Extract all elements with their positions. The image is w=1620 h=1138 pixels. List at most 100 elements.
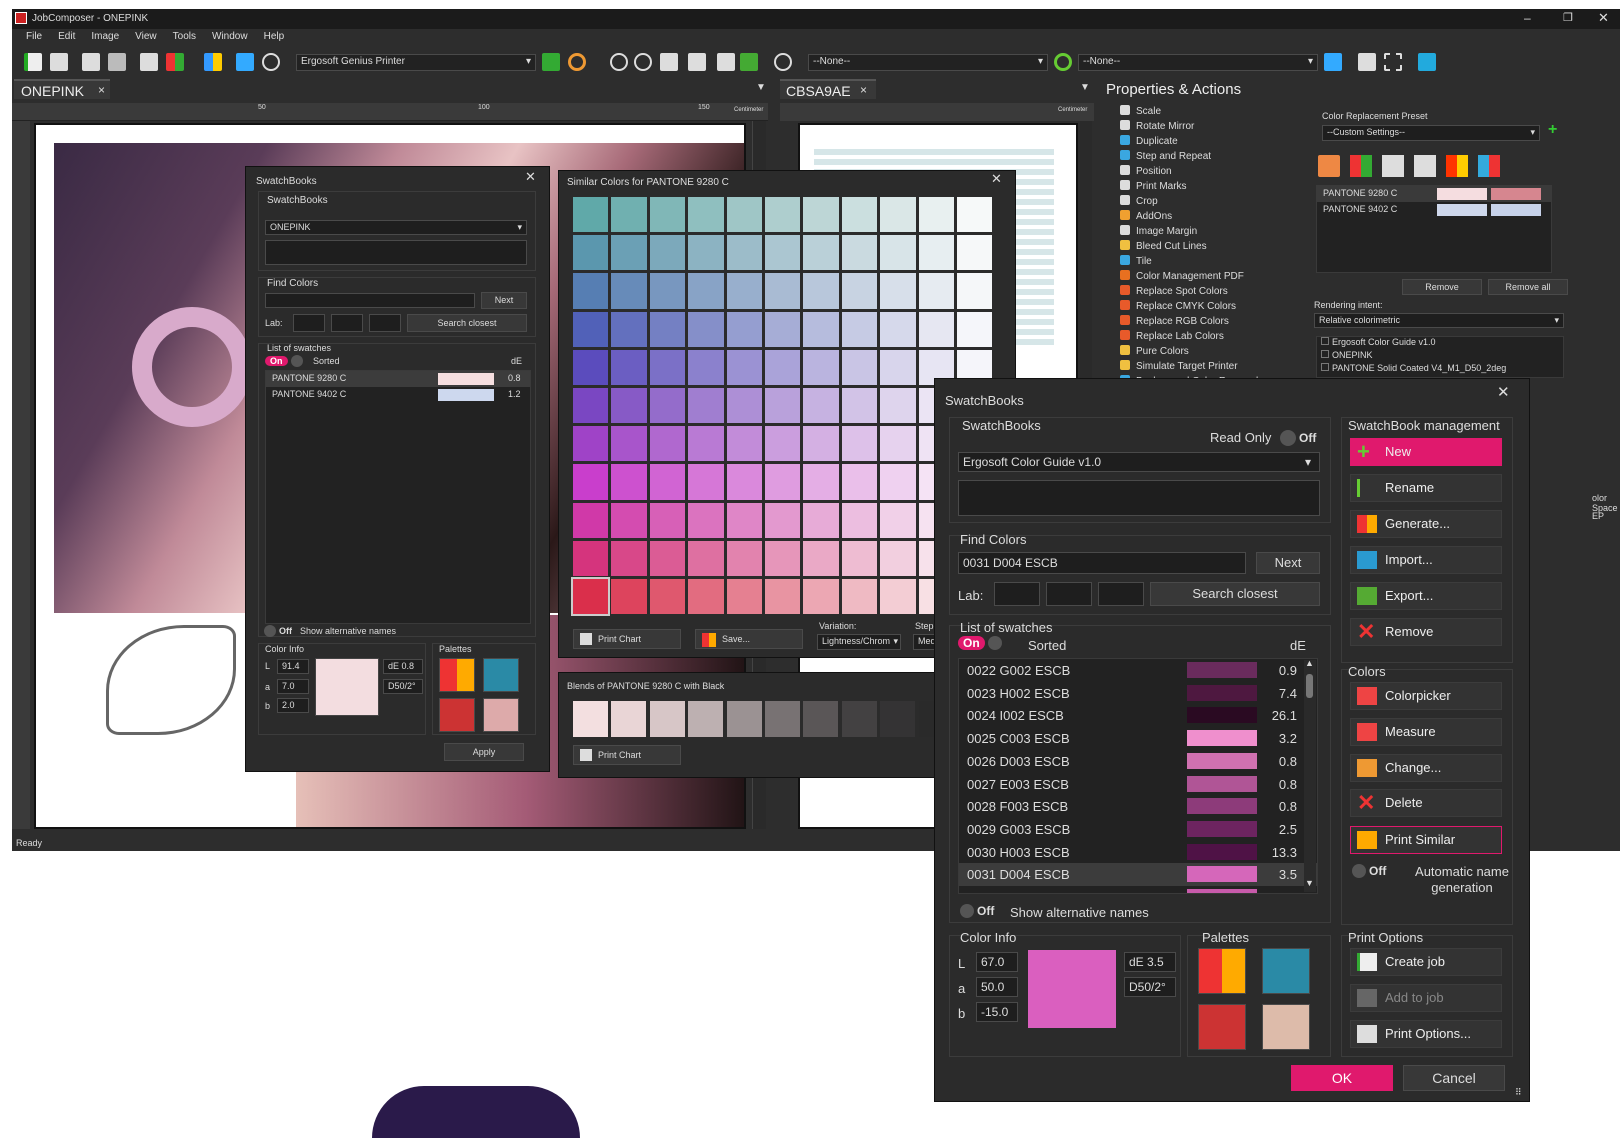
alt-names-toggle[interactable]: Off — [960, 904, 994, 918]
menu-tools[interactable]: Tools — [173, 31, 196, 42]
list-item[interactable]: PANTONE 9280 C 0.8 — [266, 371, 530, 387]
list-item[interactable]: 0031 D004 ESCB 3.5 — [959, 863, 1317, 887]
similar-swatch[interactable] — [765, 464, 801, 500]
similar-swatch[interactable] — [726, 349, 762, 385]
similar-swatch[interactable] — [880, 464, 916, 500]
action-item[interactable]: Replace CMYK Colors — [1120, 299, 1310, 314]
list-item[interactable]: 0024 I002 ESCB 26.1 — [959, 704, 1317, 727]
similar-swatch[interactable] — [880, 502, 916, 538]
similar-swatch[interactable] — [688, 349, 724, 385]
fit-height-icon[interactable] — [688, 53, 706, 71]
spot-icon[interactable] — [774, 53, 792, 71]
next-button[interactable]: Next — [1256, 552, 1320, 574]
similar-swatch[interactable] — [765, 311, 801, 347]
close-icon[interactable]: ✕ — [525, 169, 536, 185]
palette-brush-red-button[interactable] — [1198, 1004, 1246, 1050]
similar-swatch[interactable] — [841, 426, 878, 462]
similar-swatch[interactable] — [649, 540, 686, 576]
action-item[interactable]: Print Marks — [1120, 179, 1310, 194]
palette-brush-pink-button[interactable] — [1262, 1004, 1310, 1050]
read-only-toggle[interactable]: Off — [1280, 430, 1316, 446]
target-icon[interactable] — [262, 53, 280, 71]
similar-swatch[interactable] — [765, 273, 801, 309]
list-item[interactable]: 0022 G002 ESCB 0.9 — [959, 659, 1317, 682]
lab-l-input[interactable] — [293, 314, 325, 332]
similar-swatch[interactable] — [765, 540, 801, 576]
swatchbook-select[interactable]: Ergosoft Color Guide v1.0 ▾ — [958, 452, 1320, 472]
action-item[interactable]: Duplicate — [1120, 134, 1310, 149]
action-item[interactable]: Rotate Mirror — [1120, 119, 1310, 134]
similar-swatch[interactable] — [918, 311, 954, 347]
blend-swatch[interactable] — [765, 701, 800, 737]
similar-swatch[interactable] — [765, 235, 801, 271]
similar-swatch[interactable] — [570, 576, 611, 617]
similar-swatch[interactable] — [803, 464, 839, 500]
lab-a-input[interactable] — [1046, 582, 1092, 606]
similar-swatch[interactable] — [803, 388, 839, 424]
similar-swatch[interactable] — [688, 273, 724, 309]
auto-name-toggle[interactable]: Off — [1352, 864, 1386, 878]
similar-swatch[interactable] — [649, 579, 686, 615]
similar-swatch[interactable] — [688, 235, 724, 271]
similar-swatch[interactable] — [611, 273, 647, 309]
similar-swatch[interactable] — [688, 502, 724, 538]
action-item[interactable]: Replace RGB Colors — [1120, 314, 1310, 329]
similar-swatch[interactable] — [765, 388, 801, 424]
action-item[interactable]: AddOns — [1120, 209, 1310, 224]
similar-swatch[interactable] — [611, 464, 647, 500]
menu-window[interactable]: Window — [212, 31, 248, 42]
similar-swatch[interactable] — [688, 388, 724, 424]
similar-swatch[interactable] — [841, 388, 878, 424]
similar-swatch[interactable] — [573, 311, 609, 347]
create-job-button[interactable]: Create job — [1350, 948, 1502, 976]
similar-swatch[interactable] — [803, 502, 839, 538]
similar-swatch[interactable] — [573, 349, 609, 385]
similar-swatch[interactable] — [611, 426, 647, 462]
action-item[interactable]: Position — [1120, 164, 1310, 179]
similar-swatch[interactable] — [803, 197, 839, 233]
cancel-button[interactable]: Cancel — [1403, 1065, 1505, 1091]
printer-icon[interactable] — [1382, 155, 1404, 177]
list-item[interactable]: 0023 H002 ESCB 7.4 — [959, 682, 1317, 705]
similar-swatch[interactable] — [803, 311, 839, 347]
change-button[interactable]: Change... — [1350, 754, 1502, 782]
list-item[interactable]: PANTONE 9402 C 1.2 — [266, 387, 530, 403]
queue-icon[interactable] — [1358, 53, 1376, 71]
similar-swatch[interactable] — [649, 426, 686, 462]
list-item[interactable]: PANTONE Solid Coated V4_M1_D50_2deg — [1317, 363, 1563, 376]
lab-b-input[interactable] — [1098, 582, 1144, 606]
import-icon[interactable] — [50, 53, 68, 71]
swatchbook-description[interactable] — [265, 240, 527, 265]
restore-icon[interactable]: ❐ — [1563, 11, 1573, 24]
action-item[interactable]: Bleed Cut Lines — [1120, 239, 1310, 254]
layout-icon[interactable] — [166, 53, 184, 71]
preset-select[interactable]: --Custom Settings-- ▾ — [1322, 125, 1540, 141]
print-options-button[interactable]: Print Options... — [1350, 1020, 1502, 1048]
arrange-icon[interactable] — [204, 53, 222, 71]
lab-l-input[interactable] — [994, 582, 1040, 606]
similar-swatch[interactable] — [611, 502, 647, 538]
similar-swatch[interactable] — [803, 540, 839, 576]
blend-swatch[interactable] — [841, 701, 877, 737]
menu-edit[interactable]: Edit — [58, 31, 75, 42]
similar-swatch[interactable] — [957, 311, 993, 347]
similar-swatch[interactable] — [765, 502, 801, 538]
similar-swatch[interactable] — [880, 388, 916, 424]
similar-swatch[interactable] — [918, 235, 954, 271]
remove-all-button[interactable]: Remove all — [1488, 279, 1568, 295]
profile-select-1[interactable]: --None-- ▾ — [808, 54, 1048, 71]
similar-swatch[interactable] — [688, 579, 724, 615]
similar-swatch[interactable] — [841, 311, 878, 347]
minimize-icon[interactable]: – — [1524, 11, 1531, 25]
search-closest-button[interactable]: Search closest — [407, 314, 527, 332]
swatchbook-description[interactable] — [958, 480, 1320, 516]
similar-swatch[interactable] — [688, 464, 724, 500]
similar-swatch[interactable] — [880, 235, 916, 271]
palette-brush-red-button[interactable] — [439, 698, 475, 732]
list-icon[interactable] — [717, 53, 735, 71]
similar-swatch[interactable] — [765, 579, 801, 615]
list-item[interactable]: 0027 E003 ESCB 0.8 — [959, 773, 1317, 796]
similar-swatch[interactable] — [803, 273, 839, 309]
chevron-down-icon[interactable]: ▼ — [756, 82, 766, 93]
similar-swatch[interactable] — [611, 311, 647, 347]
